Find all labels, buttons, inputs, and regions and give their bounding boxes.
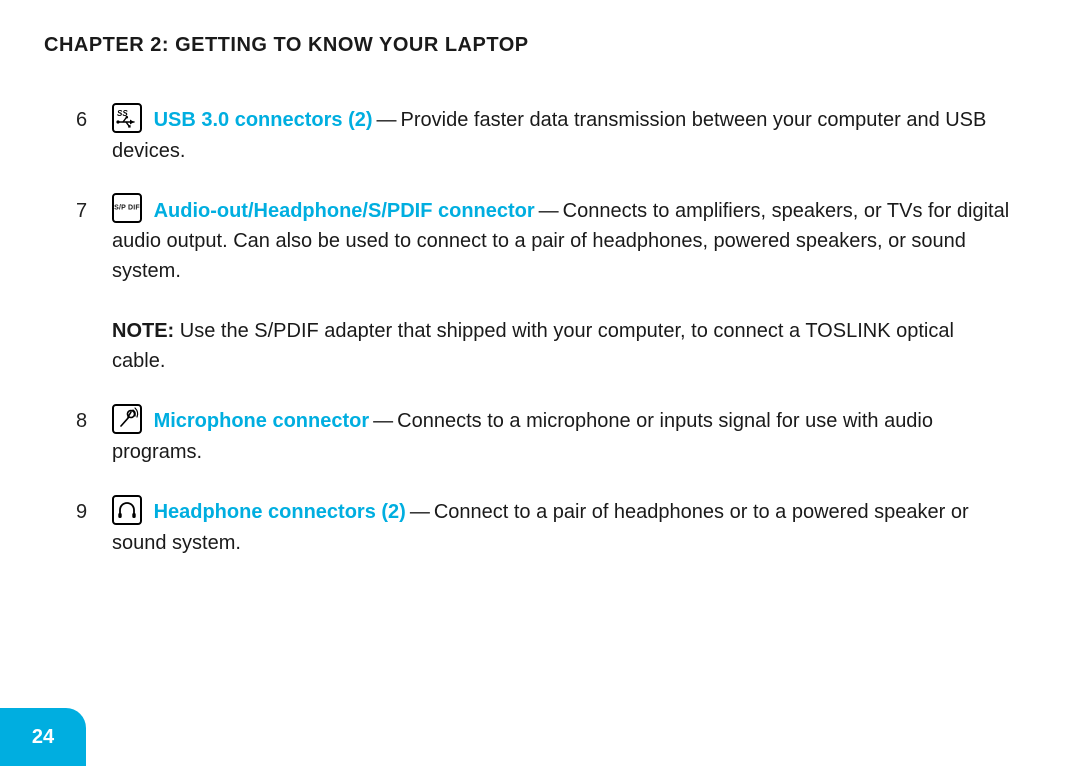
feature-term: Audio-out/Headphone/S/PDIF connector bbox=[154, 200, 535, 222]
feature-number: 7 bbox=[76, 196, 112, 226]
usb3-icon: SS bbox=[112, 103, 142, 133]
feature-entry: 7 S/P DIF Audio-out/Headphone/S/PDIF con… bbox=[40, 196, 1040, 287]
dash: — bbox=[373, 109, 401, 131]
microphone-icon bbox=[112, 404, 142, 434]
note-text: Use the S/PDIF adapter that shipped with… bbox=[112, 320, 954, 372]
spdif-icon: S/P DIF bbox=[112, 193, 142, 223]
feature-body: Microphone connector—Connects to a micro… bbox=[112, 406, 1020, 467]
feature-body: S/P DIF Audio-out/Headphone/S/PDIF conne… bbox=[112, 196, 1020, 287]
dash: — bbox=[535, 200, 563, 222]
icon-text: S/P DIF bbox=[114, 205, 140, 212]
feature-entry: 6 SS USB 3.0 connectors (2)—Provid bbox=[40, 105, 1040, 166]
dash: — bbox=[369, 410, 397, 432]
dash: — bbox=[406, 501, 434, 523]
feature-body: Headphone connectors (2)—Connect to a pa… bbox=[112, 497, 1020, 558]
feature-number: 9 bbox=[76, 497, 112, 527]
page-number: 24 bbox=[32, 726, 54, 749]
feature-number: 8 bbox=[76, 406, 112, 436]
feature-term: Microphone connector bbox=[154, 410, 370, 432]
feature-body: SS USB 3.0 connectors (2)—Provide faster… bbox=[112, 105, 1020, 166]
feature-term: Headphone connectors (2) bbox=[154, 501, 406, 523]
note-label: NOTE: bbox=[112, 320, 174, 342]
headphone-icon bbox=[112, 495, 142, 525]
manual-page: CHAPTER 2: GETTING TO KNOW YOUR LAPTOP 6… bbox=[0, 0, 1080, 558]
chapter-title: CHAPTER 2: GETTING TO KNOW YOUR LAPTOP bbox=[44, 34, 1040, 57]
feature-entry: 8 Microphone connector—Connects to a mic… bbox=[40, 406, 1040, 467]
page-number-tab: 24 bbox=[0, 708, 86, 766]
feature-term: USB 3.0 connectors (2) bbox=[154, 109, 373, 131]
feature-entry: 9 Headphone connectors (2)—Connect to a … bbox=[40, 497, 1040, 558]
feature-number: 6 bbox=[76, 105, 112, 135]
note: NOTE: Use the S/PDIF adapter that shippe… bbox=[40, 316, 1040, 376]
